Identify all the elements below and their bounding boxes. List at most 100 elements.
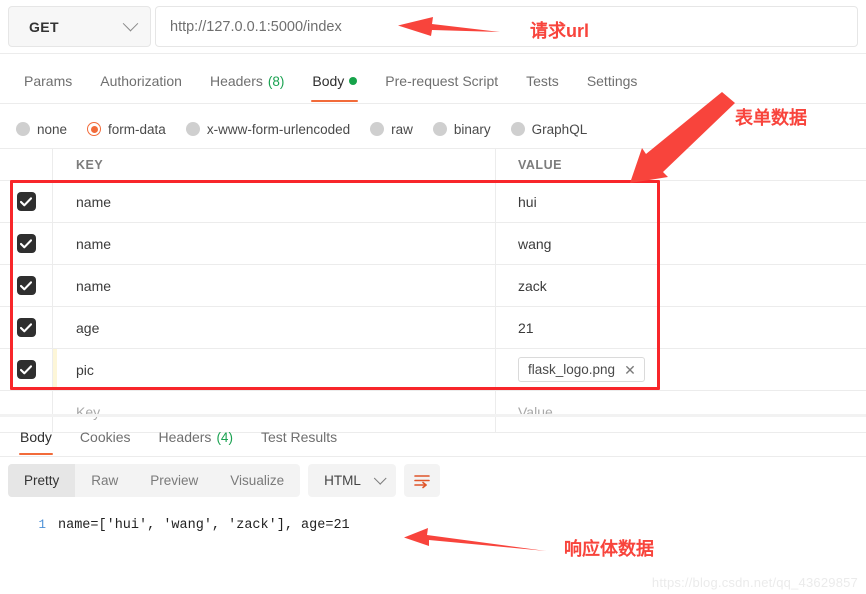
key-cell-value: age bbox=[76, 319, 100, 336]
key-cell-value: name bbox=[76, 235, 112, 252]
request-tab-bar: Params Authorization Headers (8) Body Pre-req… bbox=[0, 60, 866, 104]
word-wrap-button[interactable] bbox=[403, 464, 440, 497]
request-tab-label: Headers bbox=[209, 73, 263, 89]
key-cell[interactable]: name bbox=[53, 223, 496, 264]
response-tab-label: Headers bbox=[158, 429, 212, 445]
check-icon bbox=[20, 280, 32, 290]
response-tab-label: Body bbox=[20, 429, 52, 445]
key-cell-value: name bbox=[76, 277, 112, 294]
check-icon bbox=[20, 322, 32, 332]
value-cell[interactable]: 21 bbox=[496, 307, 866, 348]
row-checkbox[interactable] bbox=[16, 234, 36, 253]
response-tab-headers[interactable]: Headers (4) bbox=[145, 419, 247, 455]
response-format-label: HTML bbox=[324, 473, 361, 488]
new-value-placeholder: Value bbox=[518, 403, 553, 420]
check-icon bbox=[20, 196, 32, 206]
body-type-label: GraphQL bbox=[531, 121, 588, 137]
key-cell[interactable]: name bbox=[53, 181, 496, 222]
view-mode-pretty[interactable]: Pretty bbox=[8, 464, 76, 497]
response-tab-label: Cookies bbox=[79, 429, 131, 445]
line-number: 1 bbox=[38, 518, 46, 532]
http-method-selector[interactable]: GET bbox=[8, 6, 151, 47]
url-annotation-label: 请求url bbox=[530, 21, 590, 41]
radio-icon bbox=[87, 122, 102, 136]
radio-icon bbox=[185, 122, 200, 136]
body-type-binary[interactable]: binary bbox=[432, 121, 491, 137]
row-checkbox[interactable] bbox=[16, 192, 36, 211]
value-cell[interactable]: wang bbox=[496, 223, 866, 264]
request-tab-body[interactable]: Body bbox=[298, 60, 371, 102]
http-method-label: GET bbox=[29, 18, 59, 35]
form-data-annotation-label: 表单数据 bbox=[735, 108, 807, 128]
view-mode-visualize[interactable]: Visualize bbox=[214, 464, 300, 497]
row-checkbox[interactable] bbox=[16, 318, 36, 337]
request-tab-count: (8) bbox=[267, 73, 285, 89]
response-tab-label: Test Results bbox=[260, 429, 338, 445]
header-check-cell bbox=[0, 149, 53, 180]
value-cell[interactable]: hui bbox=[496, 181, 866, 222]
response-body-viewer[interactable]: 1 name=['hui', 'wang', 'zack'], age=21 bbox=[0, 512, 866, 552]
body-type-raw[interactable]: raw bbox=[370, 122, 413, 137]
remove-file-icon[interactable]: ✕ bbox=[624, 363, 636, 377]
row-checkbox[interactable] bbox=[16, 360, 36, 379]
body-modified-dot-icon bbox=[349, 77, 358, 85]
response-tab-bar: Body Cookies Headers (4) Test Results bbox=[0, 419, 866, 457]
request-tab-label: Tests bbox=[526, 73, 559, 89]
url-input-value: http://127.0.0.1:5000/index bbox=[170, 18, 342, 35]
key-cell[interactable]: name bbox=[53, 265, 496, 306]
body-type-graphql[interactable]: GraphQL bbox=[510, 121, 588, 137]
body-type-x-www-form-urlencoded[interactable]: x-www-form-urlencoded bbox=[185, 122, 350, 137]
key-cell[interactable]: pic bbox=[53, 349, 496, 390]
radio-icon bbox=[16, 122, 30, 136]
radio-icon bbox=[370, 122, 385, 136]
word-wrap-icon bbox=[414, 474, 430, 488]
table-row[interactable]: name wang bbox=[0, 223, 866, 265]
key-cell[interactable]: age bbox=[53, 307, 496, 348]
response-tab-body[interactable]: Body bbox=[6, 419, 66, 455]
response-format-select[interactable]: HTML bbox=[308, 464, 396, 497]
response-tab-test-results[interactable]: Test Results bbox=[247, 419, 351, 455]
request-tab-authorization[interactable]: Authorization bbox=[86, 60, 196, 102]
file-chip[interactable]: flask_logo.png ✕ bbox=[518, 357, 645, 382]
body-type-label: binary bbox=[453, 121, 491, 137]
table-row[interactable]: name zack bbox=[0, 265, 866, 307]
response-tabs-divider bbox=[0, 456, 866, 457]
row-check-cell bbox=[0, 223, 53, 264]
radio-icon bbox=[510, 122, 525, 136]
body-type-label: raw bbox=[391, 121, 413, 137]
check-icon bbox=[20, 364, 32, 374]
column-header-key: KEY bbox=[53, 149, 496, 180]
value-cell-value: 21 bbox=[518, 319, 534, 336]
response-tab-count: (4) bbox=[216, 429, 233, 445]
request-tab-label: Params bbox=[24, 73, 73, 89]
request-tab-headers[interactable]: Headers (8) bbox=[196, 60, 298, 102]
request-tab-label: Pre-request Script bbox=[385, 73, 499, 89]
row-check-cell bbox=[0, 265, 53, 306]
request-tab-pre-request-script[interactable]: Pre-request Script bbox=[371, 60, 512, 102]
body-type-label: none bbox=[37, 121, 68, 137]
form-data-table: KEY VALUE name hui name wang name zack age 21 pic f… bbox=[0, 148, 866, 433]
value-cell-value: hui bbox=[518, 193, 537, 210]
watermark: https://blog.csdn.net/qq_43629857 bbox=[651, 575, 858, 590]
row-check-cell bbox=[0, 307, 53, 348]
url-input[interactable]: http://127.0.0.1:5000/index bbox=[155, 6, 858, 47]
table-row[interactable]: age 21 bbox=[0, 307, 866, 349]
body-type-form-data[interactable]: form-data bbox=[87, 122, 166, 137]
request-tab-settings[interactable]: Settings bbox=[573, 60, 652, 102]
row-check-cell bbox=[0, 181, 53, 222]
response-tab-cookies[interactable]: Cookies bbox=[66, 419, 145, 455]
request-tab-tests[interactable]: Tests bbox=[512, 60, 573, 102]
request-tab-params[interactable]: Params bbox=[10, 60, 86, 102]
key-cell-value: name bbox=[76, 193, 112, 210]
body-type-none[interactable]: none bbox=[16, 122, 67, 137]
chevron-down-icon bbox=[373, 472, 387, 485]
value-cell[interactable]: zack bbox=[496, 265, 866, 306]
row-checkbox[interactable] bbox=[16, 276, 36, 295]
column-header-value: VALUE bbox=[518, 157, 562, 172]
table-row[interactable]: pic flask_logo.png ✕ bbox=[0, 349, 866, 391]
view-mode-raw[interactable]: Raw bbox=[75, 464, 134, 497]
check-icon bbox=[20, 238, 32, 248]
value-cell[interactable]: flask_logo.png ✕ bbox=[496, 349, 866, 390]
view-mode-preview[interactable]: Preview bbox=[134, 464, 214, 497]
table-row[interactable]: name hui bbox=[0, 181, 866, 223]
